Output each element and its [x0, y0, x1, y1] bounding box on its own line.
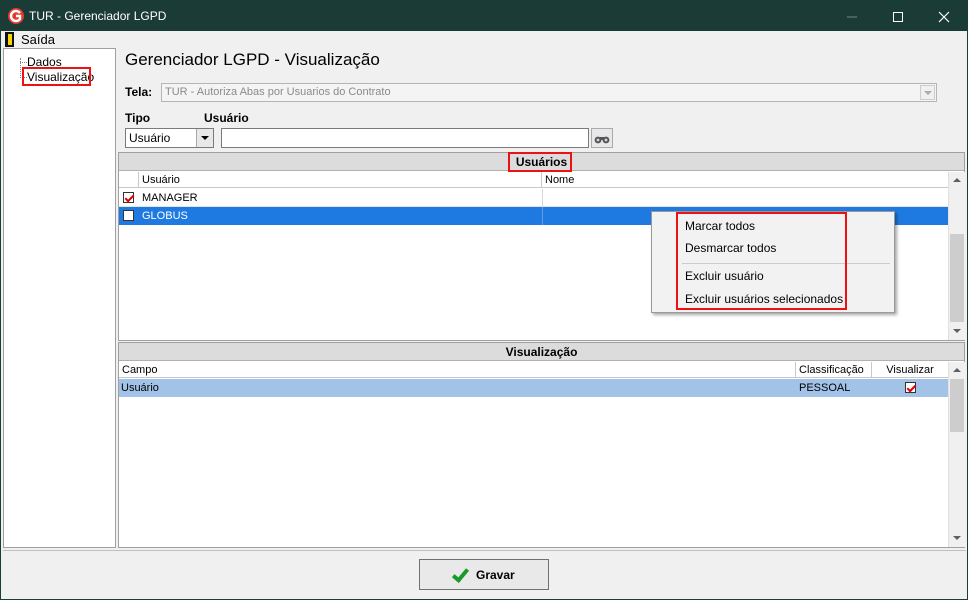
visualizacao-panel-header: Visualização [119, 343, 964, 361]
row-checkbox[interactable] [123, 210, 134, 221]
title-bar[interactable]: TUR - Gerenciador LGPD [1, 1, 967, 31]
page-title: Gerenciador LGPD - Visualização [125, 50, 380, 69]
highlight-box [676, 212, 847, 310]
tipo-label: Tipo [125, 111, 151, 125]
cell-divider [542, 189, 543, 207]
highlight-box [508, 152, 572, 172]
tela-select-value: TUR - Autoriza Abas por Usuarios do Cont… [165, 86, 391, 98]
column-header-classificacao[interactable]: Classificação [796, 362, 872, 378]
cell-divider [542, 207, 543, 225]
usuario-label: Usuário [204, 111, 249, 125]
tela-select: TUR - Autoriza Abas por Usuarios do Cont… [161, 83, 937, 102]
users-scrollbar[interactable] [948, 172, 965, 340]
row-visualizar-checkbox[interactable] [905, 382, 916, 393]
tipo-select[interactable]: Usuário [125, 128, 214, 148]
window-title: TUR - Gerenciador LGPD [29, 9, 167, 23]
close-button[interactable] [921, 1, 967, 31]
tipo-select-value: Usuário [129, 131, 171, 145]
column-header-visualizar[interactable]: Visualizar [872, 362, 948, 378]
checkbox-column-header [119, 172, 139, 188]
table-row[interactable]: MANAGER [119, 189, 948, 207]
usuario-input[interactable] [221, 128, 589, 148]
menu-exit[interactable]: Saída [21, 32, 55, 47]
row-checkbox[interactable] [123, 192, 134, 203]
tree-connector [20, 62, 27, 63]
exit-door-icon[interactable] [5, 32, 14, 47]
tela-label: Tela: [125, 85, 153, 99]
scroll-down-icon[interactable] [949, 530, 965, 547]
save-button-label: Gravar [476, 568, 515, 582]
column-header-campo[interactable]: Campo [119, 362, 796, 378]
column-header-nome[interactable]: Nome [542, 172, 948, 188]
tree-connector [20, 58, 21, 78]
chevron-down-icon[interactable] [196, 129, 213, 147]
menu-bar: Saída [1, 31, 967, 48]
save-button[interactable]: Gravar [419, 559, 549, 590]
minimize-icon [847, 16, 857, 18]
chevron-down-icon [920, 85, 935, 100]
scroll-up-icon[interactable] [949, 362, 965, 379]
row-campo: Usuário [121, 382, 159, 394]
search-button[interactable] [591, 128, 613, 148]
app-window: TUR - Gerenciador LGPD Saída Dados Visua… [0, 0, 968, 600]
row-usuario: GLOBUS [142, 210, 188, 222]
visualizacao-panel-title: Visualização [505, 345, 578, 359]
column-header-usuario[interactable]: Usuário [139, 172, 542, 188]
scroll-thumb[interactable] [950, 234, 964, 322]
scroll-thumb[interactable] [950, 379, 964, 432]
visualizacao-scrollbar[interactable] [948, 362, 965, 547]
table-row[interactable]: Usuário PESSOAL [119, 379, 948, 397]
visualizacao-panel: Visualização Campo Classificação Visuali… [118, 342, 965, 548]
app-logo-icon [8, 8, 24, 24]
minimize-button[interactable] [829, 1, 875, 31]
maximize-icon [893, 12, 903, 23]
scroll-up-icon[interactable] [949, 172, 965, 189]
close-icon [938, 11, 950, 23]
highlight-box [22, 67, 91, 86]
row-usuario: MANAGER [142, 192, 198, 204]
scroll-down-icon[interactable] [949, 323, 965, 340]
navigation-tree: Dados Visualização [3, 48, 116, 548]
binoculars-icon [594, 136, 610, 144]
row-classificacao: PESSOAL [799, 382, 851, 394]
checkmark-icon [451, 564, 470, 584]
maximize-button[interactable] [875, 1, 921, 31]
